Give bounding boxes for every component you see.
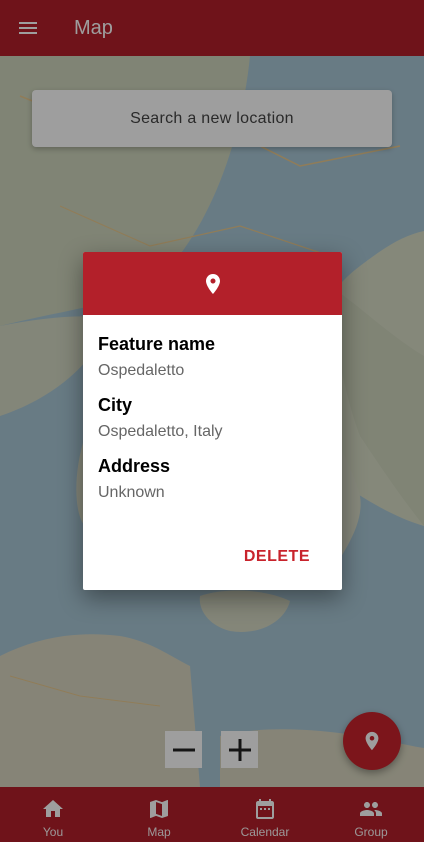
location-pin-icon <box>205 273 220 294</box>
address-value: Unknown <box>98 484 165 501</box>
address-label: Address <box>98 456 171 476</box>
city-value: Ospedaletto, Italy <box>98 423 223 440</box>
feature-name-value: Ospedaletto <box>98 362 185 379</box>
dialog-actions: DELETE <box>228 544 326 570</box>
feature-name-label: Feature name <box>98 334 216 354</box>
dialog-body: Feature name Ospedaletto City Ospedalett… <box>83 315 342 504</box>
city-label: City <box>98 395 133 415</box>
dialog-header <box>83 252 342 315</box>
location-details-dialog: Feature name Ospedaletto City Ospedalett… <box>83 252 342 590</box>
delete-button[interactable]: DELETE <box>228 544 326 570</box>
